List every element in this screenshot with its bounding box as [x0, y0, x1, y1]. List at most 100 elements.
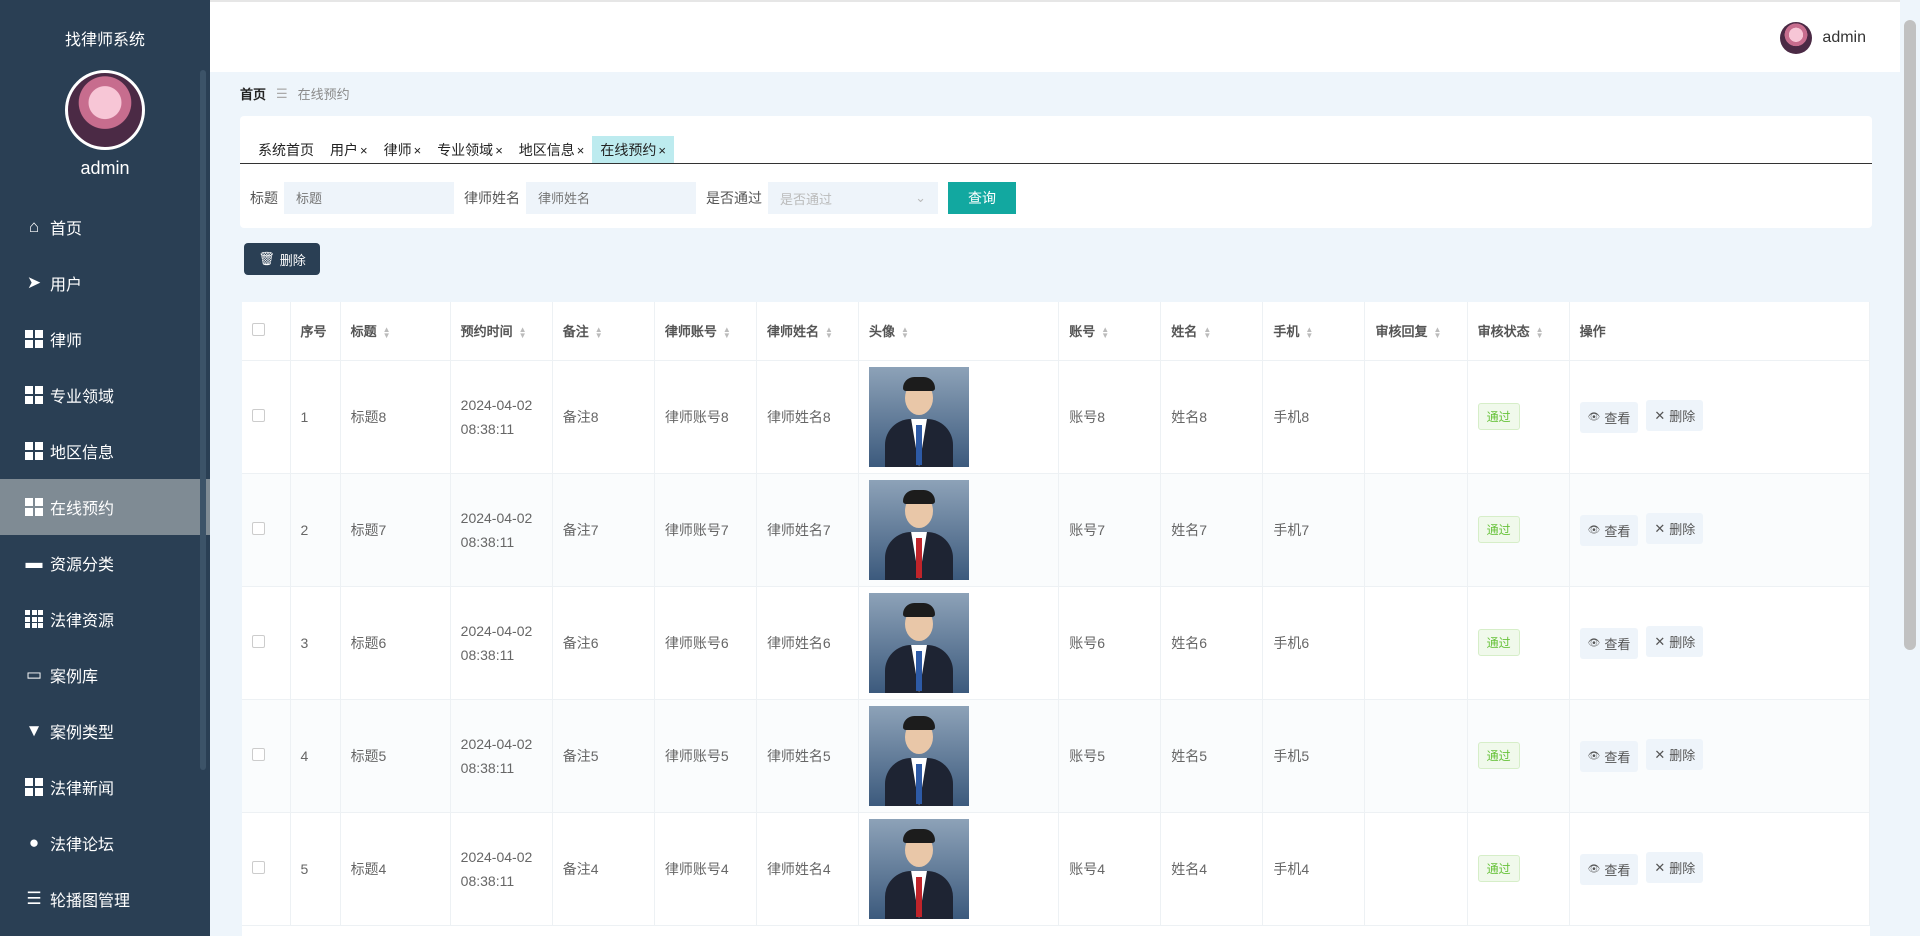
sidebar-item-label: 在线预约	[50, 501, 115, 518]
sidebar-scrollbar[interactable]	[200, 70, 206, 770]
cell-reply	[1364, 360, 1468, 474]
close-icon[interactable]: ×	[495, 143, 503, 158]
sidebar-item-9[interactable]: ▭ 案例库	[0, 647, 210, 703]
row-checkbox[interactable]	[252, 747, 265, 761]
sort-icon[interactable]: ▲ ▼	[901, 325, 909, 339]
batch-delete-button[interactable]: 🗑 删除	[244, 243, 320, 275]
sidebar-item-8[interactable]: 法律资源	[0, 591, 210, 647]
tab-4[interactable]: 专业领域 ×	[429, 136, 511, 163]
view-button[interactable]: 👁 查看	[1579, 853, 1639, 885]
view-button[interactable]: 👁 查看	[1579, 401, 1639, 433]
delete-button[interactable]: ✕ 删除	[1646, 400, 1704, 432]
column-header[interactable]: 备注 ▲ ▼	[552, 302, 655, 361]
lawyer-photo	[869, 366, 970, 467]
column-header[interactable]: 审核回复 ▲ ▼	[1364, 302, 1468, 361]
column-header[interactable]: 预约时间 ▲ ▼	[450, 302, 553, 361]
row-checkbox[interactable]	[252, 860, 265, 874]
grid-icon	[24, 385, 44, 405]
title-input[interactable]	[284, 182, 454, 214]
column-header-label: 审核回复	[1375, 324, 1428, 340]
sort-icon[interactable]: ▲ ▼	[1203, 325, 1211, 339]
eye-icon: 👁	[1587, 863, 1601, 875]
breadcrumb-home[interactable]: 首页	[240, 84, 266, 103]
sidebar-item-4[interactable]: 专业领域	[0, 367, 210, 423]
cell-text: 律师姓名5	[766, 747, 831, 764]
column-header[interactable]: 审核状态 ▲ ▼	[1467, 302, 1570, 361]
column-header[interactable]: 姓名 ▲ ▼	[1160, 302, 1264, 361]
tab-2[interactable]: 用户 ×	[322, 136, 376, 163]
close-icon[interactable]: ×	[414, 143, 422, 158]
cell-text: 标题5	[350, 747, 387, 764]
sidebar-item-6[interactable]: 在线预约	[0, 479, 210, 535]
lawyer-name-input[interactable]	[526, 182, 696, 214]
tab-label: 在线预约	[600, 142, 657, 158]
tab-label: 专业领域	[437, 142, 494, 158]
tab-6[interactable]: 在线预约 ×	[592, 136, 674, 163]
delete-button[interactable]: ✕ 删除	[1646, 513, 1704, 545]
sidebar-item-2[interactable]: ➤ 用户	[0, 255, 210, 311]
delete-button[interactable]: ✕ 删除	[1646, 626, 1704, 658]
view-button[interactable]: 👁 查看	[1579, 627, 1639, 659]
sort-icon[interactable]: ▲ ▼	[1101, 325, 1109, 339]
tab-1[interactable]: 系统首页	[250, 136, 322, 163]
row-checkbox[interactable]	[252, 634, 265, 648]
tab-label: 系统首页	[258, 142, 314, 158]
cell-text: 律师账号4	[664, 860, 729, 877]
column-header[interactable]: 手机 ▲ ▼	[1262, 302, 1366, 361]
brush-icon: ▼	[25, 721, 43, 740]
cell-note: 备注8	[552, 360, 655, 474]
sidebar-item-12[interactable]: ● 法律论坛	[0, 815, 210, 871]
sort-icon[interactable]: ▲ ▼	[383, 325, 391, 339]
cell-account: 账号6	[1058, 586, 1162, 700]
column-header[interactable]: 律师姓名 ▲ ▼	[756, 302, 860, 361]
appointment-time: 08:38:11	[460, 420, 515, 437]
close-icon[interactable]: ×	[658, 143, 666, 158]
user-menu[interactable]: admin	[1780, 22, 1866, 54]
column-header-label: 操作	[1579, 324, 1606, 340]
sidebar-item-10[interactable]: ▼ 案例类型	[0, 703, 210, 759]
cell-index: 4	[290, 699, 341, 813]
delete-button[interactable]: ✕ 删除	[1646, 852, 1704, 884]
view-button[interactable]: 👁 查看	[1579, 740, 1639, 772]
select-all-checkbox[interactable]	[252, 322, 265, 336]
query-button[interactable]: 查询	[948, 182, 1016, 214]
tab-3[interactable]: 律师 ×	[376, 136, 430, 163]
view-button[interactable]: 👁 查看	[1579, 514, 1639, 546]
column-header: 序号	[290, 302, 341, 361]
page-scrollbar[interactable]	[1904, 20, 1916, 650]
cell-text: 标题7	[350, 521, 387, 538]
cell-account: 账号8	[1058, 360, 1162, 474]
sidebar-item-11[interactable]: 法律新闻	[0, 759, 210, 815]
close-icon[interactable]: ×	[577, 143, 585, 158]
tab-5[interactable]: 地区信息 ×	[511, 136, 593, 163]
column-header[interactable]: 账号 ▲ ▼	[1058, 302, 1162, 361]
sidebar-item-3[interactable]: 律师	[0, 311, 210, 367]
sort-icon[interactable]: ▲ ▼	[825, 325, 833, 339]
close-icon[interactable]: ×	[360, 143, 368, 158]
sort-icon[interactable]: ▲ ▼	[723, 325, 731, 339]
delete-button[interactable]: ✕ 删除	[1646, 739, 1704, 771]
sort-icon[interactable]: ▲ ▼	[595, 325, 603, 339]
approved-select[interactable]: 是否通过 ⌄	[768, 182, 938, 214]
cell-text: 姓名4	[1171, 860, 1208, 877]
sidebar-item-5[interactable]: 地区信息	[0, 423, 210, 479]
sidebar-item-1[interactable]: ⌂ 首页	[0, 199, 210, 255]
sidebar-item-7[interactable]: ▬ 资源分类	[0, 535, 210, 591]
column-header[interactable]: 标题 ▲ ▼	[340, 302, 451, 361]
sort-icon[interactable]: ▲ ▼	[1536, 325, 1544, 339]
row-checkbox[interactable]	[252, 521, 265, 535]
row-select-cell	[242, 812, 291, 926]
column-header[interactable]: 律师账号 ▲ ▼	[654, 302, 757, 361]
sort-icon[interactable]: ▲ ▼	[1434, 325, 1442, 339]
cell-lawyer_name: 律师姓名7	[756, 473, 860, 587]
sort-icon[interactable]: ▲ ▼	[1305, 325, 1313, 339]
cell-lawyer_name: 律师姓名8	[756, 360, 860, 474]
cell-photo	[858, 473, 1060, 587]
column-header[interactable]: 头像 ▲ ▼	[858, 302, 1060, 361]
column-header-label: 头像	[869, 324, 896, 340]
header-username: admin	[1822, 29, 1866, 46]
sort-icon[interactable]: ▲ ▼	[519, 325, 527, 339]
sidebar-item-13[interactable]: ☰ 轮播图管理	[0, 871, 210, 927]
row-checkbox[interactable]	[252, 408, 265, 422]
cell-ops: 👁 查看 ✕ 删除	[1569, 586, 1870, 700]
